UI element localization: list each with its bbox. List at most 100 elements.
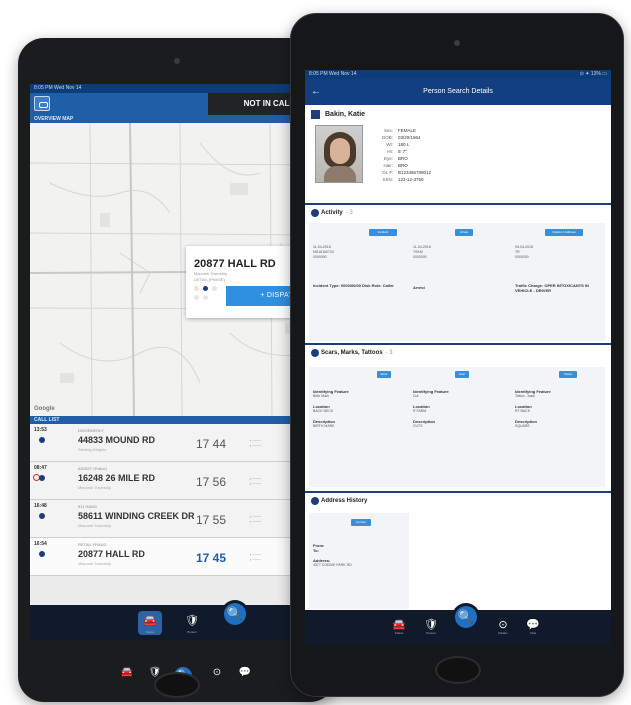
scars-section: Scars, Marks, Tattoos - 3 Mark Scar Tatto… [305, 345, 611, 493]
shield-icon: 🛡 [424, 619, 438, 631]
call-eta: 17 44 [196, 437, 227, 451]
call-meta: ▪ ─── ▪ ─── [250, 514, 262, 524]
person-card: Bakin, Katie Sex: FEMALE DOB: 03/20/1964 W… [305, 105, 611, 205]
call-eta: 17 45 [196, 551, 227, 565]
chat-icon: 💬 [526, 619, 540, 631]
unit-pin-icon [39, 513, 45, 519]
back-arrow-icon[interactable]: ← [311, 79, 321, 105]
call-time: 08:47 [34, 465, 47, 471]
bottom-tab-bar: 🚘 Status 🛡 Person 🔍 ⊙ Radius 💬 Chat [305, 606, 611, 646]
unit-pin-icon [39, 551, 45, 557]
bottom-tab-bar: 🚘 Status 🛡 Person 🔍 ⊙ Radius [30, 603, 330, 640]
popup-detail: Macomb Township [194, 271, 228, 276]
section-title: Activity - 3 [321, 210, 353, 216]
call-city: Macomb Township [78, 523, 112, 528]
call-type: ASSIST (Police) [78, 466, 107, 471]
call-meta: ▪ ─── ▪ ─── [250, 438, 262, 448]
target-icon: ⊙ [498, 619, 508, 631]
camera-dot [454, 40, 460, 46]
tab-chat[interactable]: 💬 Chat [521, 618, 545, 635]
home-button[interactable] [154, 672, 200, 698]
tab-search[interactable]: 🔍 [455, 606, 477, 628]
call-city: Sterling Heights [78, 447, 107, 452]
page-title: Person Search Details [423, 88, 493, 95]
activity-section: Activity - 3 Incident Arrest Citation / A… [305, 205, 611, 345]
car-icon: 🚘 [392, 619, 406, 631]
target-icon[interactable]: ⊙ [208, 667, 226, 678]
status-bar: 8:05 PM Wed Nov 14 [30, 84, 330, 93]
call-city: Macomb Township [78, 485, 112, 490]
section-title: Address History [321, 498, 368, 504]
unit-pin-icon [39, 475, 45, 481]
search-icon: 🔍 [226, 606, 244, 621]
call-address: 20877 HALL RD [78, 549, 145, 559]
call-eta: 17 56 [196, 475, 227, 489]
tab-person[interactable]: 🛡 Person [180, 611, 204, 635]
tab-search[interactable]: 🔍 [224, 603, 246, 625]
call-address: 44833 MOUND RD [78, 435, 156, 445]
stage: 8:05 PM Wed Nov 14 NOT IN CALL OVERVIEW … [0, 0, 631, 705]
page-header: ← Person Search Details [305, 79, 611, 105]
unit-pin-icon [39, 437, 45, 443]
front-tablet: 8:05 PM Wed Nov 14 ⊙ ✦ 13% ▭ ← Person Se… [290, 13, 624, 697]
person-photo [315, 125, 363, 183]
call-row[interactable]: 16:54 RETAIL FRAUD 20877 HALL RD Macomb … [30, 538, 330, 576]
call-address: 58611 WINDING CREEK DR [78, 511, 195, 521]
tab-radius[interactable]: ⊙ Radius [491, 618, 515, 635]
tab-person[interactable]: 🛡 Person [419, 618, 443, 635]
popup-address: 20877 HALL RD [194, 258, 276, 270]
tattoo-button[interactable]: Tattoo [559, 371, 577, 378]
call-address: 16248 26 MILE RD [78, 473, 156, 483]
citation-button[interactable]: Citation / Address [545, 229, 583, 236]
call-time: 16:54 [34, 541, 47, 547]
scar-button[interactable]: Scar [455, 371, 469, 378]
svg-text:·: · [240, 220, 241, 224]
tab-status[interactable]: 🚘 Status [387, 618, 411, 635]
mark-button[interactable]: Mark [377, 371, 391, 378]
search-icon: 🔍 [457, 609, 475, 624]
unit-status-dots [194, 286, 220, 304]
app-logo-icon[interactable] [34, 96, 50, 111]
current-button[interactable]: Current [351, 519, 371, 526]
address-section: Address History Current From: To: Addres… [305, 493, 611, 610]
back-screen: 8:05 PM Wed Nov 14 NOT IN CALL OVERVIEW … [30, 84, 330, 640]
call-meta: ▪ ─── ▪ ─── [250, 552, 262, 562]
call-meta: ▪ ─── ▪ ─── [250, 476, 262, 486]
call-row[interactable]: 13:53 DISORDERLY 44833 MOUND RD Sterling… [30, 424, 330, 462]
tab-status[interactable]: 🚘 Status [138, 611, 162, 635]
call-list: 13:53 DISORDERLY 44833 MOUND RD Sterling… [30, 424, 330, 576]
overview-map[interactable]: · · · Google 20877 HALL RD Macomb Township… [30, 123, 330, 416]
camera-dot [174, 58, 180, 64]
call-type: DISORDERLY [78, 428, 104, 433]
detail-body: Bakin, Katie Sex: FEMALE DOB: 03/20/1964 W… [305, 105, 611, 610]
svg-text:·: · [150, 320, 151, 324]
app-header: NOT IN CALL [30, 93, 330, 115]
call-eta: 17 55 [196, 513, 227, 527]
chat-icon[interactable]: 💬 [236, 667, 254, 678]
call-type: RETAIL FRAUD [78, 542, 107, 547]
shield-icon: 🛡 [185, 615, 199, 627]
arrest-button[interactable]: Arrest [455, 229, 473, 236]
map-attribution: Google [34, 406, 55, 412]
call-row[interactable]: 08:47 ASSIST (Police) 16248 26 MILE RD M… [30, 462, 330, 500]
section-title: Scars, Marks, Tattoos - 3 [321, 350, 393, 356]
back-tablet: 8:05 PM Wed Nov 14 NOT IN CALL OVERVIEW … [18, 38, 336, 702]
call-time: 13:53 [34, 427, 47, 433]
call-time: 16:48 [34, 503, 47, 509]
call-list-label: CALL LIST [30, 416, 330, 424]
front-screen: 8:05 PM Wed Nov 14 ⊙ ✦ 13% ▭ ← Person Se… [305, 70, 611, 646]
person-fields: Sex: FEMALE DOB: 03/20/1964 Wt: 180 L Ht: 5'… [381, 128, 432, 182]
person-icon [311, 110, 320, 119]
popup-line2: DETAIL (PHASE) [194, 277, 225, 282]
svg-text:·: · [65, 175, 66, 179]
car-icon: 🚘 [143, 615, 157, 627]
car-icon[interactable]: 🚘 [118, 667, 136, 678]
incident-button[interactable]: Incident [369, 229, 397, 236]
call-type: 911 HANG [78, 504, 98, 509]
overview-map-label: OVERVIEW MAP [30, 115, 330, 123]
call-city: Macomb Township [78, 561, 112, 566]
home-button[interactable] [435, 656, 481, 684]
person-name: Bakin, Katie [325, 111, 366, 118]
status-bar: 8:05 PM Wed Nov 14 ⊙ ✦ 13% ▭ [305, 70, 611, 79]
call-row[interactable]: 16:48 911 HANG 58611 WINDING CREEK DR Ma… [30, 500, 330, 538]
